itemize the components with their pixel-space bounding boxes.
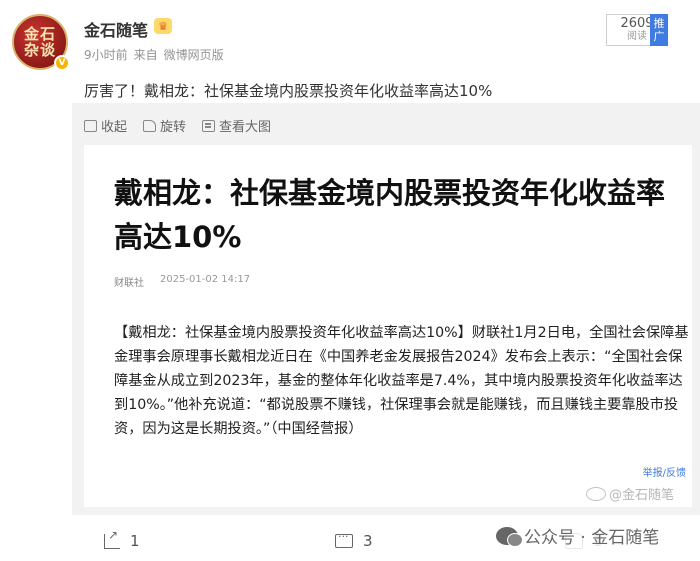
post-source: 微博网页版 [163, 48, 224, 62]
view-large-icon [202, 119, 216, 132]
read-label: 阅读 [627, 31, 647, 42]
rotate-icon [143, 119, 157, 132]
wechat-watermark-text: 公众号 · 金石随笔 [524, 528, 660, 548]
card-body: 【戴相龙：社保基金境内股票投资年化收益率高达10%】财联社1月2日电，全国社会保… [114, 325, 689, 437]
news-image-card[interactable]: 戴相龙：社保基金境内股票投资年化收益率高达10% 财联社 2025-01-02 … [84, 145, 692, 507]
comment-count: 3 [363, 532, 373, 550]
source-prefix: 来自 [133, 48, 158, 62]
promote-button[interactable]: 推广 [650, 14, 668, 46]
card-date: 2025-01-02 14:17 [160, 274, 251, 285]
avatar-text: 金石杂谈 [23, 25, 56, 59]
card-source: 财联社 [114, 278, 144, 289]
card-title: 戴相龙：社保基金境内股票投资年化收益率高达10% [114, 176, 666, 254]
weibo-post: 金石杂谈 V 金石随笔 ♛ 9小时前 来自 微博网页版 2609 阅读 推广 厉… [0, 0, 700, 561]
rotate-button[interactable]: 旋转 [143, 116, 186, 135]
image-watermark: @金石随笔 [586, 484, 674, 503]
media-toolbar: 收起 旋转 查看大图 [84, 116, 271, 135]
wechat-watermark: 公众号 · 金石随笔 [492, 521, 664, 550]
share-icon [104, 528, 120, 549]
collapse-label: 收起 [101, 120, 128, 135]
view-large-label: 查看大图 [219, 120, 272, 135]
verified-badge-icon: V [54, 55, 70, 71]
view-large-button[interactable]: 查看大图 [202, 116, 271, 135]
crown-icon[interactable]: ♛ [154, 18, 172, 34]
comment-button[interactable]: 3 [335, 530, 373, 550]
post-text: 厉害了！戴相龙：社保基金境内股票投资年化收益率高达10% [84, 82, 493, 100]
username[interactable]: 金石随笔 [84, 17, 148, 41]
watermark-text: @金石随笔 [609, 488, 675, 503]
report-link[interactable]: 举报/反馈 [643, 464, 686, 479]
post-meta: 9小时前 来自 微博网页版 [84, 46, 224, 63]
post-time[interactable]: 9小时前 [84, 46, 128, 63]
read-count: 2609 [620, 16, 654, 31]
wechat-icon [496, 526, 523, 547]
share-button[interactable]: 1 [104, 528, 140, 550]
rotate-label: 旋转 [160, 120, 187, 135]
collapse-icon [84, 119, 97, 132]
collapse-button[interactable]: 收起 [84, 116, 127, 135]
share-count: 1 [130, 532, 140, 550]
weibo-logo-icon [586, 486, 606, 501]
comment-icon [335, 530, 353, 548]
